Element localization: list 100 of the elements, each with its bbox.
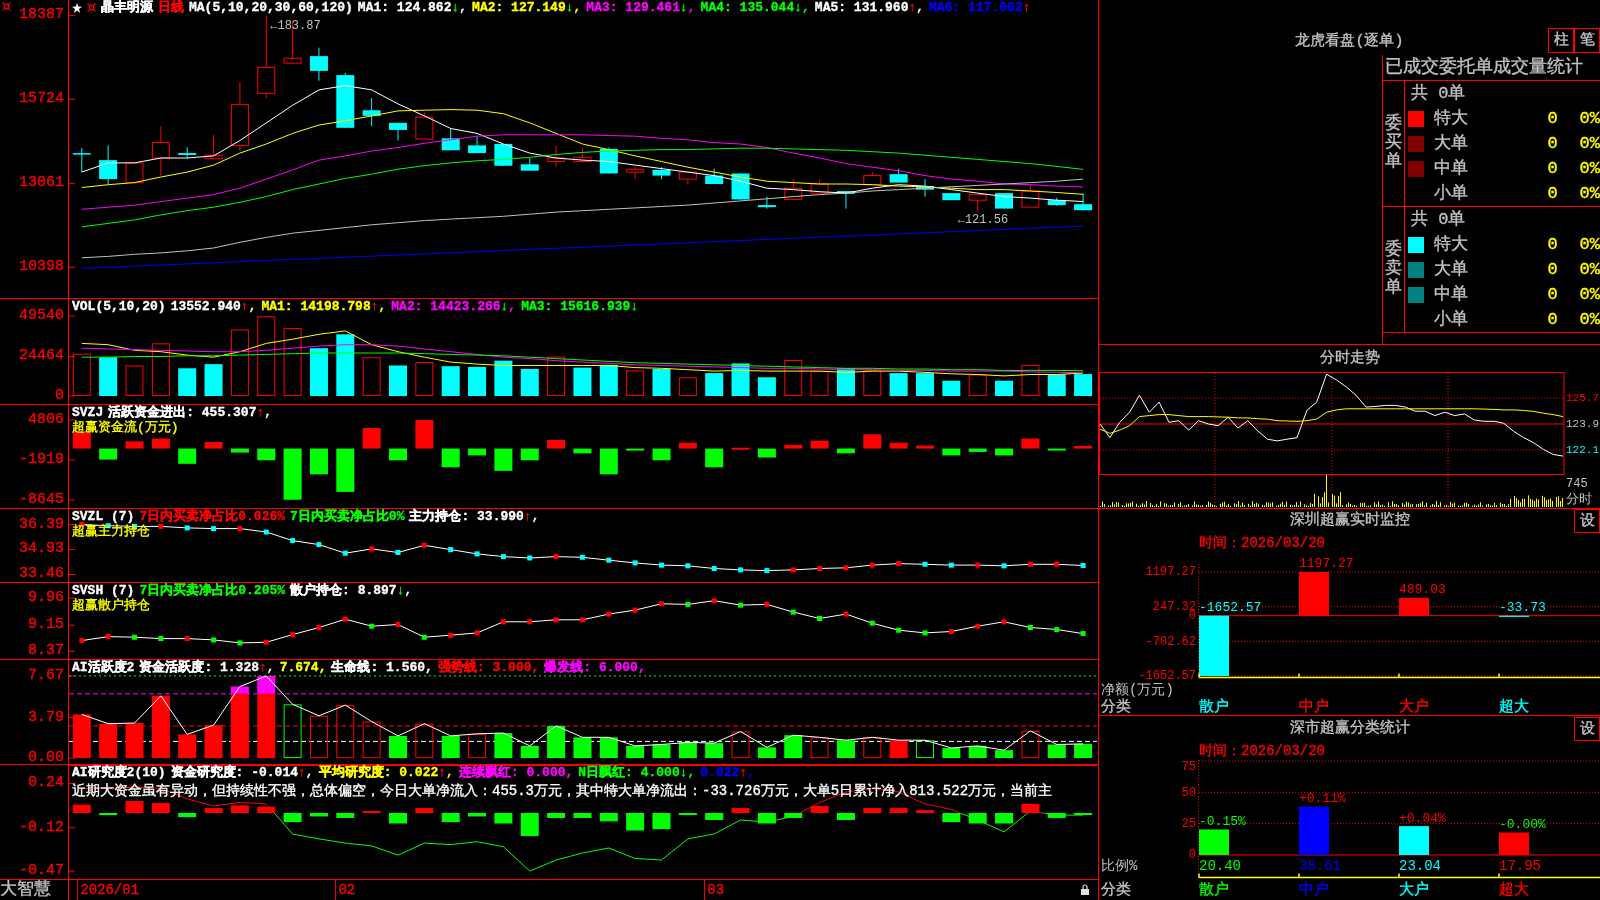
bar-value-label: 17.95 [1499,857,1541,874]
candle [204,134,223,160]
fund-flow-bar [72,432,91,449]
candle [916,178,934,198]
candle [72,147,91,173]
view-toggle-button[interactable]: 笔 [1574,28,1600,53]
trend-arrow: ↓ [451,0,460,15]
separator: , [248,299,257,314]
order-size-label: 特大 [1434,234,1468,255]
legend-text: 0.022 [700,765,740,780]
separator: , [531,509,540,524]
candle [309,47,328,82]
axis-label: 分类 [1101,698,1131,716]
axis-label: 分类 [1101,882,1131,899]
settings-button[interactable]: 设 [1574,717,1600,741]
fund-flow-bar [151,438,170,449]
fund-flow-bar [916,445,934,449]
candle [678,171,697,185]
axis-tick-label: -1652.57 [1138,669,1196,684]
fund-flow-bar [995,448,1014,456]
axis-tick-label: 33.46 [19,566,64,583]
order-size-label: 中单 [1434,158,1468,179]
fund-flow-bar [468,448,487,456]
fund-flow-bar [678,442,697,449]
volume-unit-label: 分时 [1566,492,1592,508]
legend-text: 7.674, [279,660,327,675]
trend-arrow: ↓ [396,583,405,598]
candle [889,168,908,184]
separator: , [446,765,454,780]
fund-flow-bar [968,448,987,452]
order-count: 0 [1547,158,1558,179]
fund-flow-bar [652,448,671,461]
separator: , [802,0,810,15]
candle [230,81,249,152]
volume-scale-label: 745 [1566,477,1588,492]
change-label: -0.15% [1199,813,1246,829]
fund-flow-bar [757,448,776,458]
candle [1021,183,1040,208]
order-size-label: 大单 [1434,133,1468,154]
order-share: 0% [1579,183,1600,204]
order-share: 0% [1579,259,1600,280]
legend-text: 散户持仓: 8.897 [290,583,397,598]
legend-text: 资金活跃度: 1.328 [139,660,259,675]
order-share: 0% [1579,284,1600,305]
legend-text: 平均研究度: 0.022 [318,765,439,780]
candle [757,196,776,210]
fund-flow-bar [309,448,328,475]
candle [626,165,645,180]
order-count: 0 [1547,259,1558,280]
legend-text: AI研究度2(10) [72,765,166,780]
table-heading: 已成交委托单成交量统计 [1384,55,1583,79]
change-label: +0.04% [1399,810,1446,826]
axis-tick-label: 50 [1181,785,1196,800]
order-size-label: 中单 [1434,284,1468,305]
star-icon [72,2,82,13]
axis-tick-label: 123.9 [1566,417,1599,430]
fund-flow-bar [257,448,276,461]
axis-tick-label: 4806 [28,412,64,428]
axis-tick-label: 8.37 [28,643,64,660]
fund-flow-bar [1074,445,1093,449]
trend-arrow: ↑ [298,765,306,780]
separator: , [508,299,517,314]
category-label: 大户 [1399,882,1429,899]
axis-tick-label: 25 [1181,816,1196,831]
candle [863,171,882,186]
fund-flow-bar [889,442,908,449]
separator: , [747,765,755,780]
axis-tick-label: 0.24 [28,775,64,792]
fund-flow-bar [784,444,803,449]
fund-flow-bar [547,439,566,449]
fund-flow-bar [863,434,882,449]
axis-label: 比例% [1101,857,1138,874]
fund-flow-bar [99,448,118,460]
legend-text: 7日内买卖净占比0.205% [139,583,286,598]
order-total: 共 0单 [1411,209,1466,230]
legend-text: 连续飘红: 0.000, [458,765,574,780]
date-label: 2026/01 [80,882,140,900]
legend-text: 爆发线: 6.000, [544,660,646,675]
legend-text: MA2: 127.149 [472,0,566,15]
lock-icon [1081,884,1089,895]
category-label: 大户 [1399,698,1429,716]
legend-text: 7日内买卖净占比0% [290,509,405,524]
order-share: 0% [1579,309,1600,330]
settings-button[interactable]: 设 [1574,509,1600,533]
candle [573,147,592,164]
trend-arrow: ↑ [739,765,748,780]
bar-value-label: -33.73 [1499,600,1546,616]
candle [1047,197,1066,207]
legend-text: MA2: 14423.266 [391,299,501,314]
fund-flow-bar [573,448,592,454]
fund-flow-bar [125,441,144,449]
trend-arrow: ↑ [240,299,249,314]
order-size-label: 大单 [1434,259,1468,280]
legend-text: 日线 [158,0,184,15]
axis-tick-label: 9.15 [28,617,64,634]
view-toggle-button[interactable]: 柱 [1548,28,1574,53]
fund-flow-bar [204,442,223,449]
bar-value-label: 489.03 [1399,582,1446,598]
fund-flow-bar [1021,438,1040,449]
axis-tick-label: -0.47 [19,862,64,879]
